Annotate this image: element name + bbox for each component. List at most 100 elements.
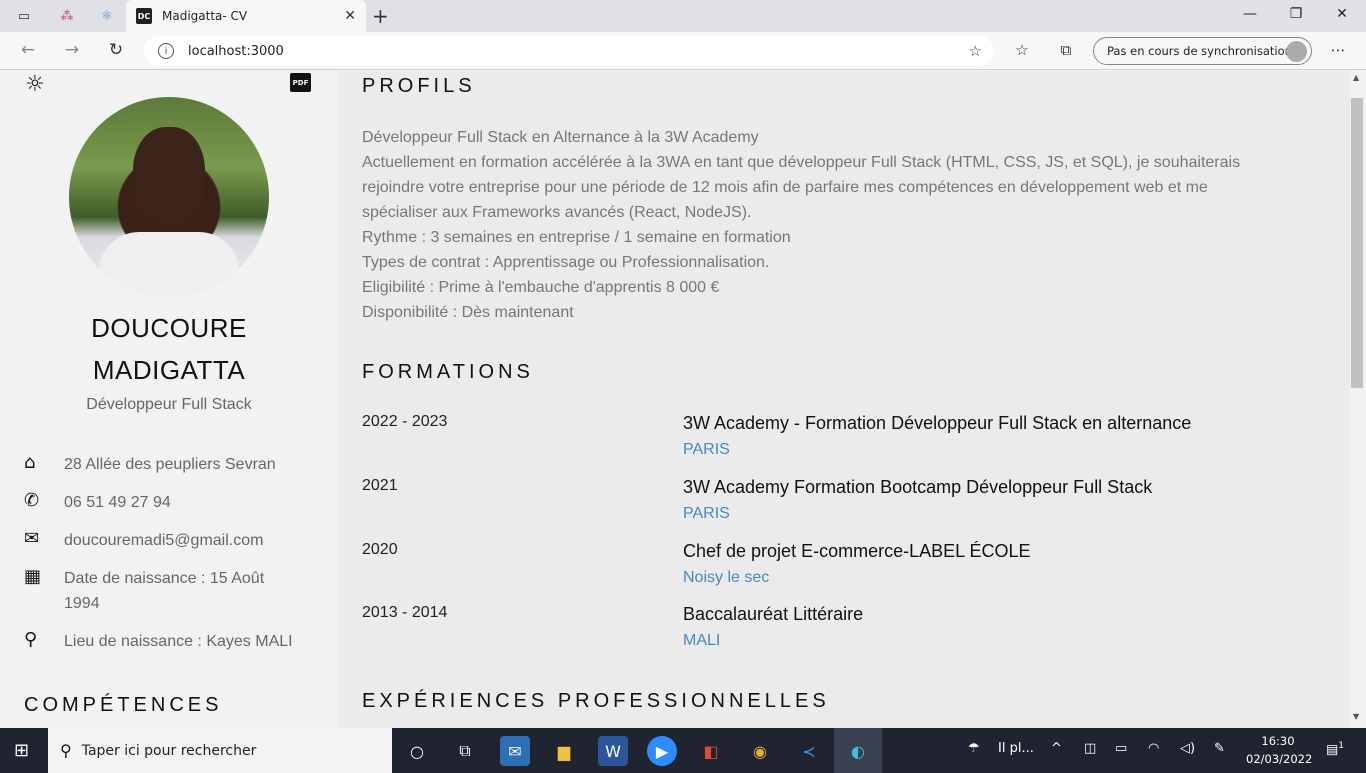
scrollbar-thumb[interactable]: [1351, 98, 1363, 388]
profile-line: Développeur Full Stack en Alternance à l…: [362, 129, 759, 146]
close-window-button[interactable]: ✕: [1332, 6, 1352, 22]
refresh-button[interactable]: ↻: [104, 40, 128, 60]
meet-now-icon[interactable]: ◫: [1084, 741, 1096, 756]
contact-phone: ✆ 06 51 49 27 94: [24, 490, 314, 515]
theme-toggle-sun-icon[interactable]: ☼: [25, 72, 45, 97]
address-bar: ← → ↻ i localhost:3000 ☆ ☆ ⧉ Pas en cour…: [0, 32, 1366, 70]
task-view-icon[interactable]: ⧉: [450, 736, 480, 766]
mail-icon: ✉: [24, 528, 40, 549]
cortana-icon[interactable]: ○: [402, 736, 432, 766]
taskbar-search[interactable]: ⚲ Taper ici pour rechercher: [48, 728, 392, 773]
location-icon: ⚲: [24, 629, 38, 650]
formation-title: 3W Academy - Formation Développeur Full …: [683, 413, 1192, 433]
favorites-icon[interactable]: ☆: [1011, 41, 1033, 59]
search-placeholder: Taper ici pour rechercher: [81, 742, 257, 759]
formation-year: 2013 - 2014: [362, 604, 448, 621]
tab-close-icon[interactable]: ✕: [344, 8, 356, 24]
home-icon: ⌂: [24, 452, 36, 473]
birthplace-text: Lieu de naissance : Kayes MALI: [64, 633, 293, 650]
chrome-icon[interactable]: ◉: [745, 736, 775, 766]
url-field[interactable]: i localhost:3000 ☆: [144, 36, 994, 66]
profils-heading: PROFILS: [362, 75, 476, 97]
profile-line: spécialiser aux Frameworks avancés (Reac…: [362, 204, 752, 221]
pen-icon[interactable]: ✎: [1214, 741, 1225, 756]
edge-icon[interactable]: ◐: [843, 736, 873, 766]
search-icon: ⚲: [60, 741, 72, 760]
profile-avatar: [1286, 41, 1307, 62]
formation-place: PARIS: [683, 441, 730, 458]
formation-place: Noisy le sec: [683, 569, 770, 586]
contact-address: ⌂ 28 Allée des peupliers Sevran: [24, 452, 314, 477]
add-favorite-icon[interactable]: ☆: [969, 42, 982, 60]
url-text: localhost:3000: [188, 43, 284, 59]
notification-center-icon[interactable]: ▤1: [1326, 741, 1344, 757]
name-line-2: MADIGATTA: [92, 355, 246, 385]
sync-label: Pas en cours de synchronisation: [1107, 44, 1292, 58]
profile-line: Actuellement en formation accélérée à la…: [362, 154, 1241, 171]
formation-place: PARIS: [683, 505, 730, 522]
clock-date: 02/03/2022: [1246, 752, 1313, 766]
email-text: doucouremadi5@gmail.com: [64, 532, 264, 549]
pdf-download-icon[interactable]: PDF: [290, 73, 311, 92]
scroll-down-icon[interactable]: ▼: [1353, 712, 1359, 721]
file-explorer-icon[interactable]: ▆: [549, 736, 579, 766]
site-info-icon[interactable]: i: [158, 43, 174, 59]
volume-icon[interactable]: ◁): [1180, 741, 1195, 756]
calendar-icon: ▦: [24, 566, 42, 587]
forward-button[interactable]: →: [60, 40, 84, 60]
clock-time: 16:30: [1261, 734, 1295, 748]
scroll-up-icon[interactable]: ▲: [1353, 73, 1359, 82]
word-icon[interactable]: W: [598, 736, 628, 766]
formation-place: MALI: [683, 632, 721, 649]
windows-taskbar: ⊞ ⚲ Taper ici pour rechercher ○ ⧉ ✉ ▆ W …: [0, 728, 1366, 773]
phone-icon: ✆: [24, 490, 40, 511]
new-tab-button[interactable]: +: [372, 4, 389, 28]
person-name: DOUCOURE MADIGATTA: [0, 307, 338, 391]
react-tab-icon[interactable]: ⚛: [96, 6, 118, 26]
maximize-button[interactable]: ❐: [1286, 6, 1306, 22]
tray-expand-icon[interactable]: ^: [1051, 741, 1062, 756]
zoom-icon[interactable]: ▶: [647, 736, 677, 766]
vscode-icon[interactable]: ≺: [794, 736, 824, 766]
experiences-heading: EXPÉRIENCES PROFESSIONNELLES: [362, 690, 830, 712]
profile-description: Développeur Full Stack en Alternance à l…: [362, 125, 1322, 325]
pinned-tab-icon[interactable]: ⁂: [56, 6, 78, 26]
address-text: 28 Allée des peupliers Sevran: [64, 456, 276, 473]
back-button[interactable]: ←: [16, 40, 40, 60]
system-clock[interactable]: 16:30 02/03/2022: [1246, 732, 1313, 768]
formation-title: 3W Academy Formation Bootcamp Développeu…: [683, 477, 1153, 497]
profile-line: Rythme : 3 semaines en entreprise / 1 se…: [362, 229, 791, 246]
favicon-icon: DC: [136, 8, 152, 24]
formation-year: 2020: [362, 541, 398, 558]
birthdate-text: Date de naissance : 15 Août 1994: [64, 570, 265, 612]
cv-main: PROFILS Développeur Full Stack en Altern…: [338, 71, 1350, 728]
formation-title: Baccalauréat Littéraire: [683, 604, 864, 624]
browser-tab-active[interactable]: DC Madigatta- CV ✕: [126, 0, 366, 32]
phone-text: 06 51 49 27 94: [64, 494, 171, 511]
more-menu-icon[interactable]: ⋯: [1327, 41, 1349, 59]
competences-heading: COMPÉTENCES: [24, 694, 223, 716]
contact-birthplace: ⚲ Lieu de naissance : Kayes MALI: [24, 629, 314, 654]
windows-start-icon[interactable]: ⊞: [14, 740, 29, 761]
profile-line: Eligibilité : Prime à l'embauche d'appre…: [362, 279, 720, 296]
tab-title: Madigatta- CV: [162, 9, 248, 23]
contact-birthdate: ▦ Date de naissance : 15 Août 1994: [24, 566, 314, 616]
battery-icon[interactable]: ▭: [1115, 741, 1127, 756]
tab-actions-icon[interactable]: ▭: [13, 6, 35, 26]
collections-icon[interactable]: ⧉: [1055, 41, 1077, 59]
name-line-1: DOUCOURE: [91, 313, 247, 343]
formations-heading: FORMATIONS: [362, 361, 534, 383]
wifi-icon[interactable]: ◠: [1148, 741, 1159, 756]
office-icon[interactable]: ◧: [696, 736, 726, 766]
profile-sync-button[interactable]: Pas en cours de synchronisation: [1093, 37, 1312, 65]
profile-photo: [69, 97, 269, 297]
mail-app-icon[interactable]: ✉: [500, 736, 530, 766]
formation-year: 2022 - 2023: [362, 413, 448, 430]
profile-line: Types de contrat : Apprentissage ou Prof…: [362, 254, 770, 271]
weather-text[interactable]: Il pl...: [998, 741, 1034, 756]
profile-line: Disponibilité : Dès maintenant: [362, 304, 574, 321]
weather-icon[interactable]: ☂: [968, 741, 980, 756]
contact-email: ✉ doucouremadi5@gmail.com: [24, 528, 314, 553]
browser-tab-bar: ▭ ⁂ ⚛ DC Madigatta- CV ✕ + — ❐ ✕: [0, 0, 1366, 32]
minimize-button[interactable]: —: [1240, 6, 1260, 22]
